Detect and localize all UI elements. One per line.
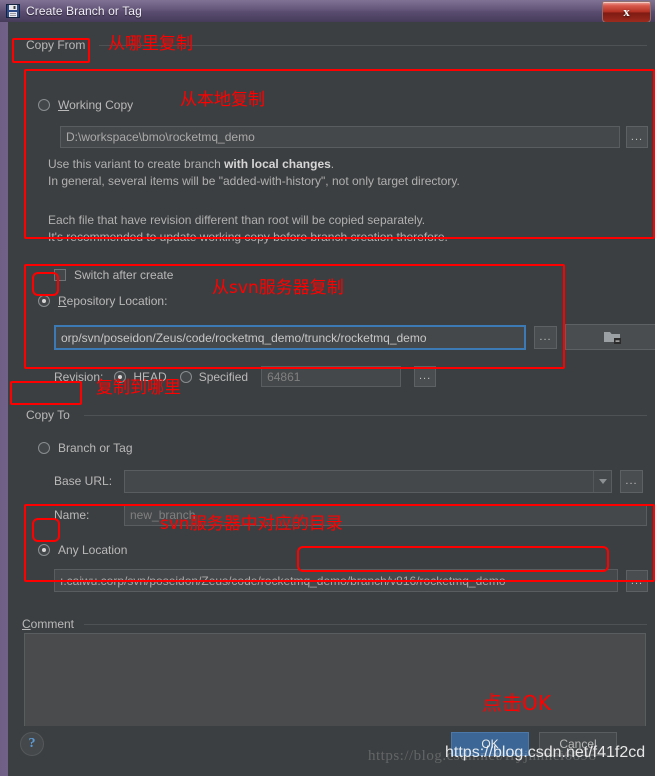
copy-from-label: Copy From [26,38,86,52]
repository-location-label-text: epository Location: [66,294,168,308]
any-location-radio-row[interactable]: Any Location [38,543,127,557]
base-url-browse-button[interactable]: ... [620,470,643,493]
working-copy-info-3: Each file that have revision different t… [48,213,426,227]
comment-textarea[interactable] [24,633,646,731]
working-copy-info-1: Use this variant to create branch with l… [48,156,628,173]
any-location-browse-button[interactable]: ... [626,570,648,592]
repository-location-url-input[interactable]: orp/svn/poseidon/Zeus/code/rocketmq_demo… [54,325,526,350]
revision-specified-value: 64861 [267,369,301,384]
any-location-browse-label: ... [630,574,644,587]
annotation-working-copy: 从本地复制 [180,90,265,110]
annotation-copy-to: 复制到哪里 [96,378,181,398]
window-title: Create Branch or Tag [26,4,142,18]
switch-after-create-row[interactable]: Switch after create [54,268,173,282]
base-url-browse-label: ... [625,475,638,487]
comment-label: Comment [22,617,75,631]
revision-browse-label: ... [418,370,432,382]
annotation-click-ok: 点击OK [482,691,551,715]
repository-location-browse-button[interactable]: ... [534,326,557,349]
annotation-copy-from: 从哪里复制 [108,34,193,54]
any-location-label: Any Location [58,543,128,557]
any-location-url-highlight: /rocketmq_demo/branch/v816/rocketmq_demo [257,573,506,588]
switch-after-create-checkbox[interactable] [54,269,66,281]
name-label: Name: [54,508,90,522]
any-location-url-input[interactable]: ı.caiwu.corp/svn/poseidon/Zeus/code/rock… [54,569,618,592]
working-copy-info-2: In general, several items will be "added… [48,174,460,188]
annotation-repository-location: 从svn服务器复制 [212,278,344,298]
ok-button[interactable]: OK [451,732,529,756]
repository-location-radio[interactable] [38,295,50,307]
ok-button-label: OK [481,737,499,751]
switch-after-create-label: Switch after create [74,268,174,282]
any-location-radio[interactable] [38,544,50,556]
info-line1-a: Use this variant to create branch [48,157,225,171]
working-copy-path-value: D:\workspace\bmo\rocketmq_demo [66,130,255,144]
repository-location-label: Repository Location: [58,294,168,308]
create-branch-or-tag-dialog: Copy From Working Copy D:\workspace\bmo\… [8,22,655,776]
branch-or-tag-radio-row[interactable]: Branch or Tag [38,441,133,455]
working-copy-radio[interactable] [38,99,50,111]
base-url-combo[interactable] [124,470,612,493]
working-copy-label: Working Copy [58,98,134,112]
repository-location-radio-row[interactable]: Repository Location: [38,294,167,308]
comment-section-header: Comment [22,615,647,633]
copy-to-label: Copy To [26,408,70,422]
info-line1-c: . [330,157,335,171]
revision-specified-label: Specified [198,369,249,384]
working-copy-browse-label: ... [630,130,644,143]
dialog-footer: ? OK Cancel [8,726,655,776]
any-location-url-prefix: ı.caiwu.corp/svn/poseidon/Zeus/code [60,573,258,588]
dialog-body: Copy From Working Copy D:\workspace\bmo\… [8,22,655,731]
branch-or-tag-radio[interactable] [38,442,50,454]
close-icon: x [623,4,630,19]
cancel-button[interactable]: Cancel [539,732,617,756]
working-copy-label-text: orking Copy [69,98,134,112]
revision-browse-button[interactable]: ... [414,366,437,387]
working-copy-browse-button[interactable]: ... [626,126,648,148]
info-line1-bold: with local changes [224,157,331,171]
repository-location-browse-label: ... [539,331,552,343]
comment-rule [84,623,647,625]
window-close-button[interactable]: x [602,1,651,23]
chevron-down-icon[interactable] [593,471,611,492]
copy-to-rule [83,414,647,416]
working-copy-info-4: It's recommended to update working copy … [48,230,448,244]
branch-or-tag-label: Branch or Tag [58,441,133,455]
annotation-any-location: svn服务器中对应的目录 [160,514,343,534]
question-mark-icon: ? [28,736,36,751]
window-titlebar: Create Branch or Tag x [0,0,655,23]
copy-to-section-header: Copy To [22,406,647,424]
save-floppy-icon [6,4,20,18]
base-url-label: Base URL: [54,474,113,488]
working-copy-path-input[interactable]: D:\workspace\bmo\rocketmq_demo [60,126,620,148]
revision-specified-radio[interactable] [179,370,192,383]
folder-icon [603,332,621,344]
working-copy-radio-row[interactable]: Working Copy [38,98,133,112]
revision-specified-input[interactable]: 64861 [261,366,402,387]
help-button[interactable]: ? [20,732,44,756]
cancel-button-label: Cancel [559,737,597,751]
repository-location-folder-button[interactable] [565,324,655,350]
repository-location-url-value: orp/svn/poseidon/Zeus/code/rocketmq_demo… [61,330,427,345]
